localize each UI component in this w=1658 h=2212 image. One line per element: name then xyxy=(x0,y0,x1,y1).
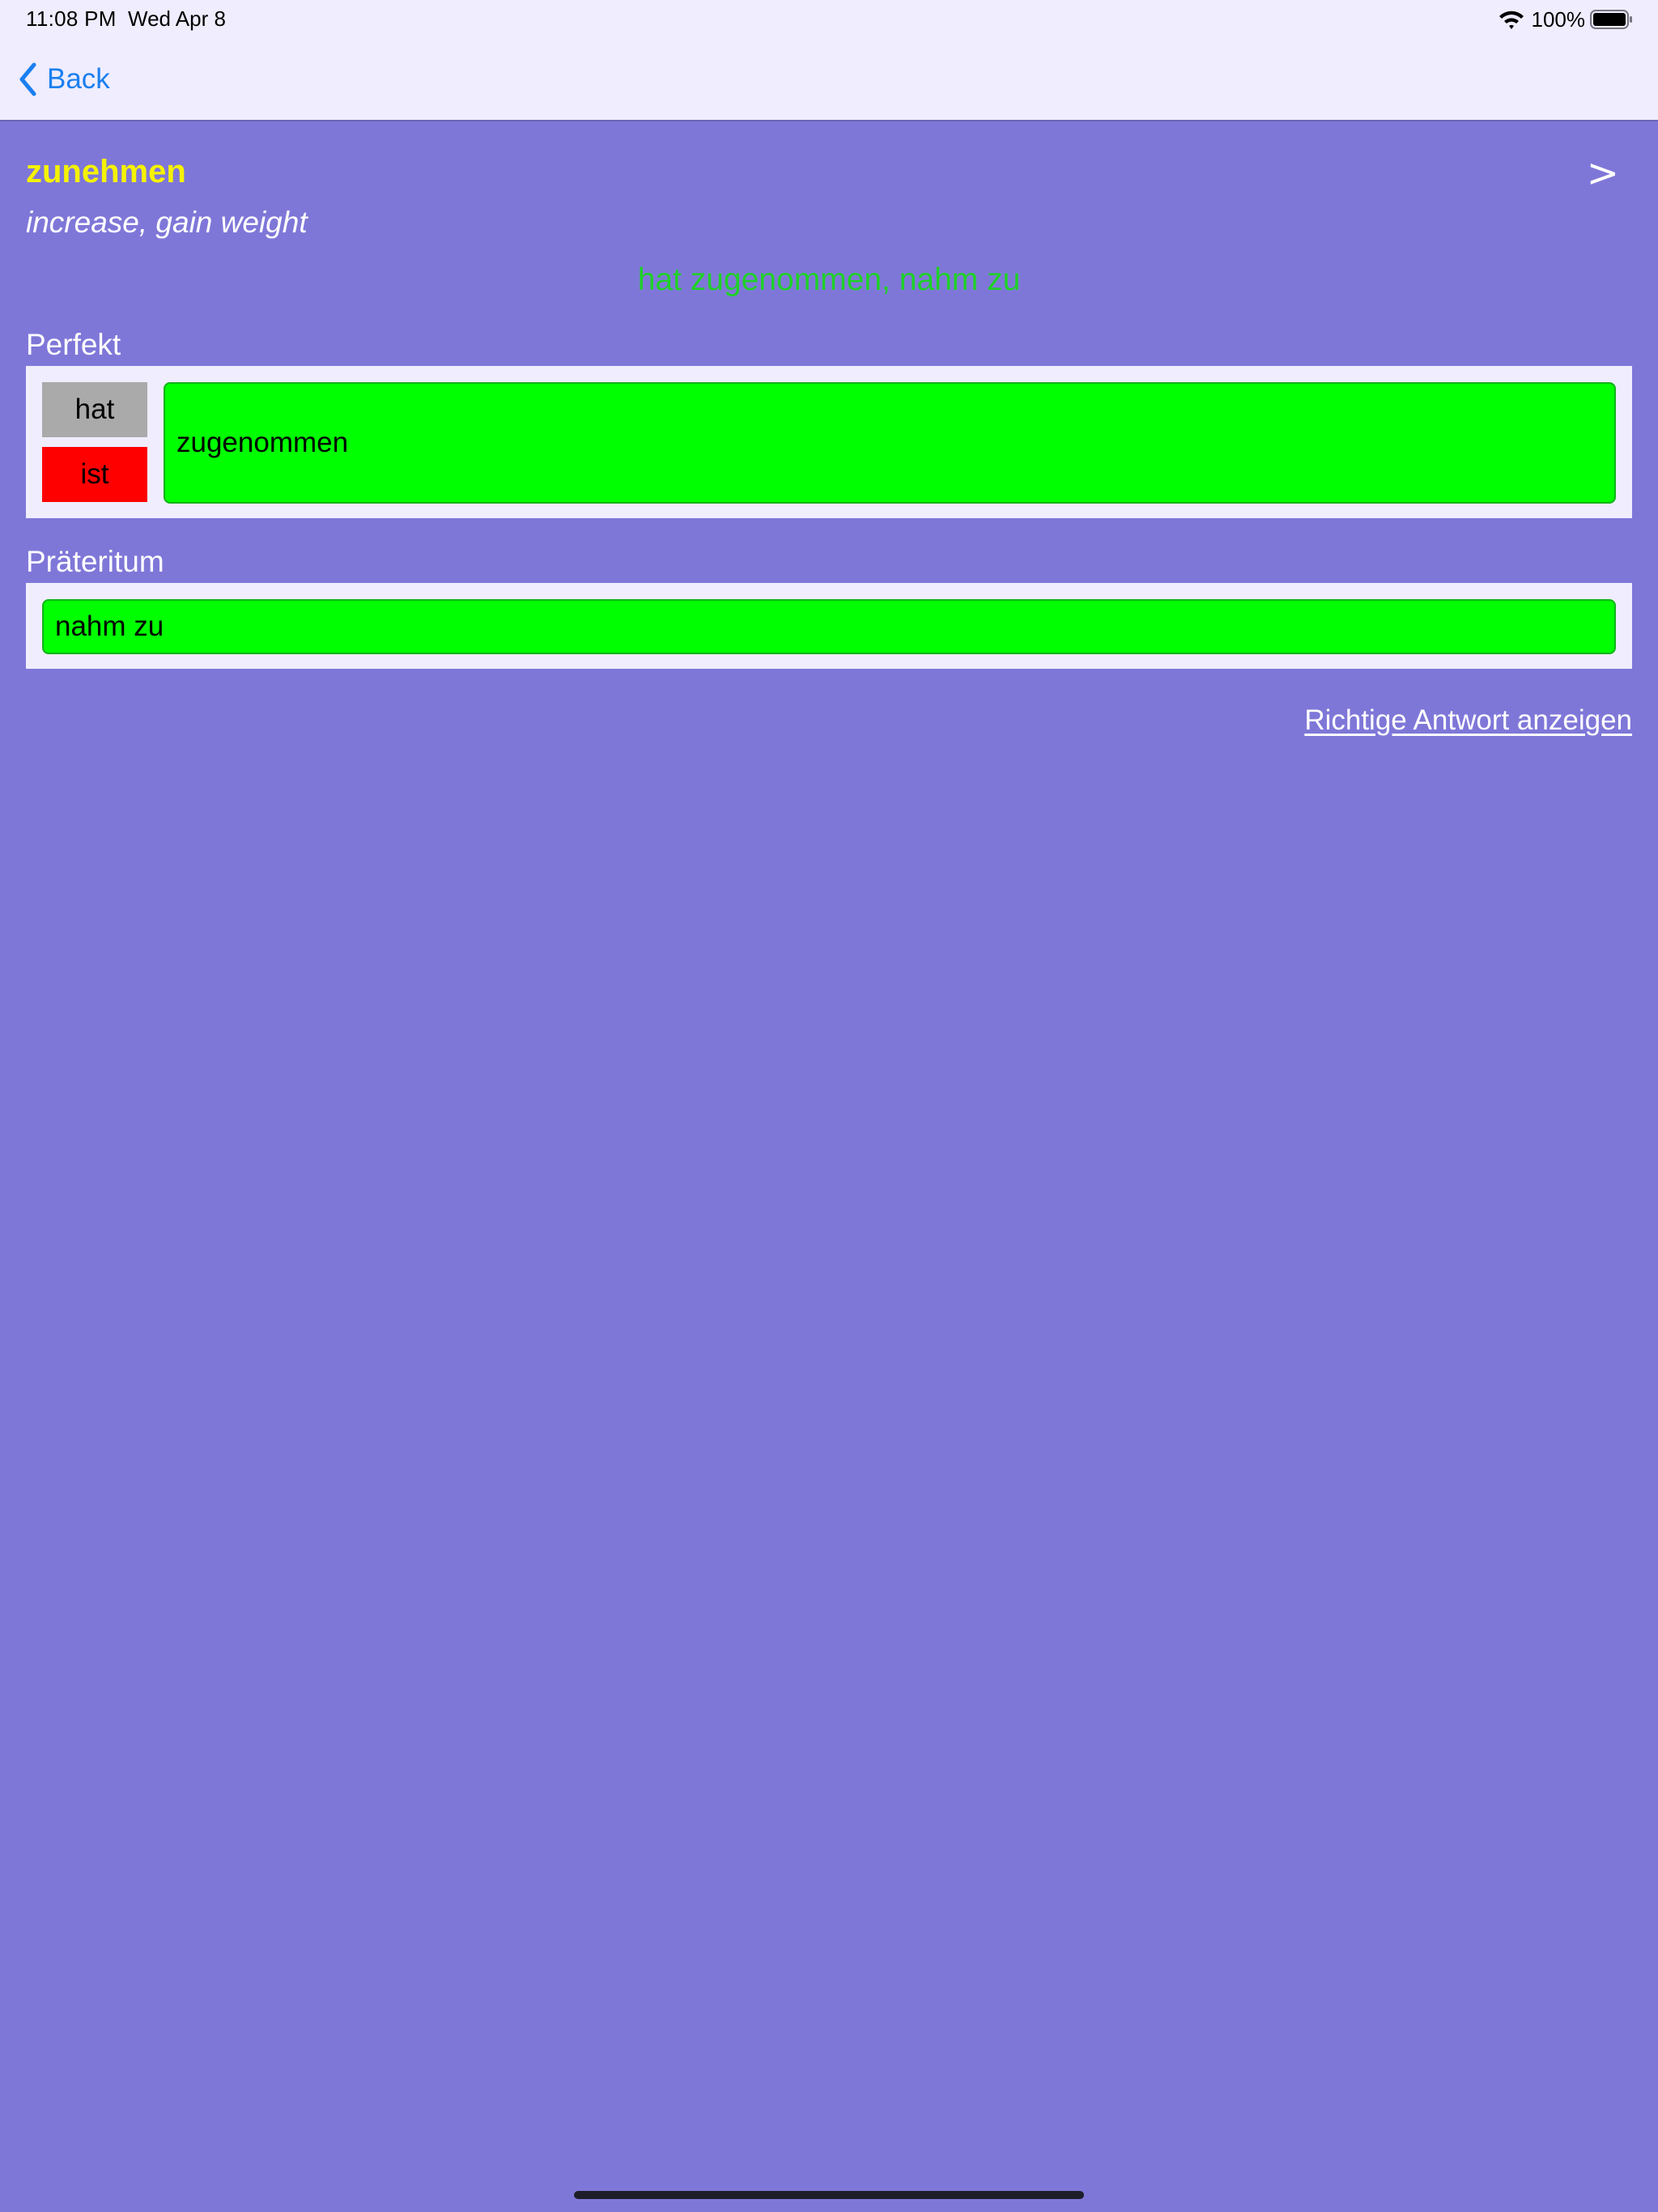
next-button[interactable]: > xyxy=(1587,151,1619,196)
wifi-icon xyxy=(1499,11,1524,29)
verb-infinitive: zunehmen xyxy=(26,154,186,189)
praeteritum-input[interactable]: nahm zu xyxy=(42,599,1616,654)
battery-percent: 100% xyxy=(1531,6,1586,32)
chevron-left-icon xyxy=(19,62,36,96)
top-bar: 11:08 PM Wed Apr 8 100% Back xyxy=(0,0,1658,121)
status-date: Wed Apr 8 xyxy=(128,6,226,31)
status-indicators: 100% xyxy=(1498,5,1635,34)
verb-translation: increase, gain weight xyxy=(26,206,308,239)
back-button[interactable]: Back xyxy=(18,60,110,99)
battery-icon xyxy=(1590,10,1632,29)
praeteritum-panel: nahm zu xyxy=(26,583,1632,669)
aux-ist-button[interactable]: ist xyxy=(42,447,147,502)
show-answer-link[interactable]: Richtige Antwort anzeigen xyxy=(1304,704,1632,737)
aux-hat-button[interactable]: hat xyxy=(42,382,147,437)
praeteritum-label: Präteritum xyxy=(26,545,164,578)
answer-display: hat zugenommen, nahm zu xyxy=(637,262,1021,297)
perfekt-panel: hat ist zugenommen xyxy=(26,366,1632,518)
perfekt-label: Perfekt xyxy=(26,328,121,361)
back-label: Back xyxy=(47,63,110,95)
home-indicator[interactable] xyxy=(574,2191,1084,2199)
status-time: 11:08 PM xyxy=(26,6,117,31)
participle-input[interactable]: zugenommen xyxy=(164,382,1616,504)
